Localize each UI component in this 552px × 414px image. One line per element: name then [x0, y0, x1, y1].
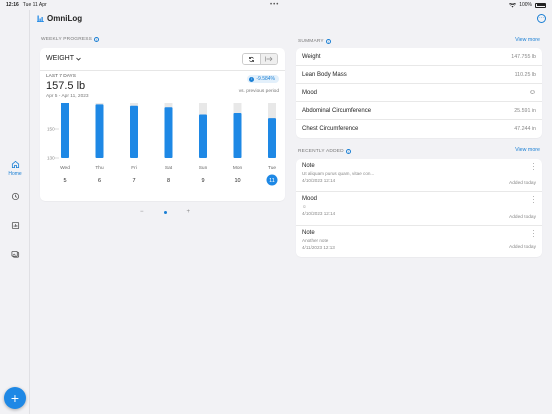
list-item[interactable]: Note Another note 4/11/2023 12:13 · · · Ad…: [296, 226, 542, 257]
summary-row-weight[interactable]: Weight 147.755 lb: [296, 48, 542, 66]
day-number-label: 11: [269, 178, 275, 184]
kebab-menu-icon[interactable]: · · ·: [532, 161, 535, 173]
day-number-label: 10: [234, 178, 240, 184]
battery-percent: 100%: [519, 2, 532, 8]
status-time: 12:16: [6, 2, 19, 8]
day-number-label: 5: [63, 178, 66, 184]
bar: [61, 103, 69, 158]
x-tick-label: Fri: [131, 165, 137, 171]
current-value: 157.5 lb: [46, 80, 86, 92]
home-icon: [11, 160, 19, 169]
refresh-toggle-button[interactable]: [243, 54, 260, 64]
weekly-bar-chart: 170150130Wed5Thu6Fri7Sat8Sun9Mon10Tue11: [47, 103, 278, 186]
chevron-down-icon: [76, 57, 81, 61]
list-item[interactable]: Mood ☺ 4/10/2023 12:14 · · · Added today: [296, 192, 542, 226]
sidebar-item-label: Home: [8, 171, 22, 177]
bar: [164, 107, 173, 158]
recent-card: Note Ut aliquam purus quam, vitae con...…: [296, 159, 542, 257]
info-filled-icon: i: [249, 76, 255, 82]
metric-dropdown[interactable]: WEIGHT: [46, 55, 81, 62]
smiley-icon: ☺: [302, 204, 307, 209]
sidebar-item-home[interactable]: Home: [0, 160, 30, 177]
multitasking-dots-icon[interactable]: •••: [270, 2, 279, 8]
status-bar: 12:16 Tue 11 Apr ••• 100%: [0, 0, 552, 10]
weekly-progress-card: WEIGHT LAST 7 DAYS 157.5 lb Apr 5 - Apr …: [40, 48, 285, 201]
bar: [268, 118, 276, 158]
info-icon[interactable]: i: [345, 149, 351, 154]
recent-view-more-link[interactable]: View more: [515, 147, 540, 153]
y-tick-label: 130: [47, 156, 55, 161]
pager-next-button[interactable]: +: [186, 209, 190, 215]
day-number-label: 9: [201, 178, 204, 184]
day-number-label: 6: [98, 178, 101, 184]
recently-added-label: RECENTLY ADDED i: [298, 149, 351, 154]
app-title: OmniLog: [47, 14, 83, 23]
sidebar-item-history[interactable]: [0, 192, 30, 201]
change-caption: vs. previous period: [238, 89, 279, 94]
sidebar-item-charts[interactable]: [0, 221, 30, 230]
refresh-icon: [249, 56, 254, 62]
kebab-menu-icon[interactable]: · · ·: [532, 194, 535, 206]
day-number-label: 8: [167, 178, 170, 184]
bar: [95, 104, 104, 158]
summary-row-mood[interactable]: Mood ☺: [296, 84, 542, 102]
bar: [130, 105, 138, 158]
x-tick-label: Mon: [233, 165, 243, 171]
info-icon[interactable]: i: [325, 39, 331, 44]
battery-icon: [535, 2, 546, 8]
sidebar-item-gallery[interactable]: [0, 250, 30, 259]
pager: − +: [140, 209, 190, 215]
period-label: LAST 7 DAYS: [46, 74, 76, 79]
info-icon[interactable]: i: [94, 37, 100, 42]
more-options-button[interactable]: ···: [537, 14, 546, 23]
status-right: 100%: [509, 2, 546, 8]
add-entry-button[interactable]: +: [4, 387, 26, 409]
bar: [233, 113, 242, 158]
arrow-toggle-button[interactable]: [260, 54, 277, 64]
summary-row-lean-body-mass[interactable]: Lean Body Mass 110.25 lb: [296, 66, 542, 84]
status-date: Tue 11 Apr: [22, 2, 47, 8]
y-tick-label: 150: [47, 127, 55, 132]
bar: [199, 114, 207, 158]
x-tick-label: Sun: [199, 165, 208, 171]
date-range: Apr 5 - Apr 11, 2023: [46, 94, 89, 99]
summary-label: SUMMARY i: [298, 39, 331, 44]
wifi-icon: [509, 2, 517, 7]
pager-dot: [163, 210, 167, 214]
app-header: OmniLog: [37, 14, 82, 23]
photos-icon: [10, 250, 19, 258]
x-tick-label: Tue: [268, 165, 276, 171]
pager-prev-button[interactable]: −: [140, 209, 144, 215]
list-item[interactable]: Note Ut aliquam purus quam, vitae con...…: [296, 159, 542, 192]
change-value: -9.584%: [256, 76, 275, 82]
summary-view-more-link[interactable]: View more: [515, 37, 540, 43]
x-tick-label: Sat: [165, 165, 173, 171]
change-badge: i -9.584%: [247, 75, 279, 83]
clock-icon: [11, 192, 19, 201]
day-number-label: 7: [132, 178, 135, 184]
summary-card: Weight 147.755 lb Lean Body Mass 110.25 …: [296, 48, 542, 138]
kebab-menu-icon[interactable]: · · ·: [532, 228, 535, 240]
arrow-right-bar-icon: [265, 56, 273, 62]
x-tick-label: Thu: [95, 165, 104, 171]
sidebar: Home: [0, 10, 30, 414]
summary-row-abdominal[interactable]: Abdominal Circumference 25.591 in: [296, 102, 542, 120]
x-tick-label: Wed: [60, 165, 70, 171]
weekly-progress-label: WEEKLY PROGRESS i: [41, 37, 100, 42]
summary-row-chest[interactable]: Chest Circumference 47.244 in: [296, 120, 542, 138]
smiley-icon: ☺: [528, 89, 536, 96]
chart-icon: [11, 221, 19, 230]
card-divider: [40, 70, 285, 71]
bar-chart-logo-icon: [37, 15, 44, 22]
view-toggle: [242, 53, 278, 65]
